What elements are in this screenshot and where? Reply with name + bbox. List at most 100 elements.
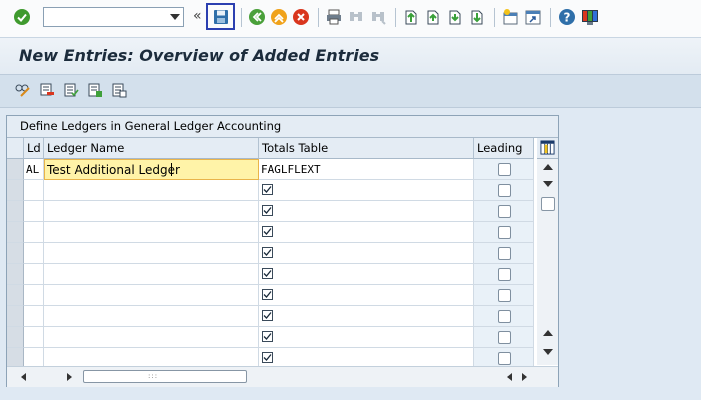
scroll-left-icon[interactable] xyxy=(21,373,26,381)
print-icon[interactable] xyxy=(325,8,343,26)
row-selector[interactable] xyxy=(7,180,24,201)
leading-checkbox[interactable] xyxy=(498,205,511,218)
scroll-left-icon[interactable] xyxy=(507,373,512,381)
shortcut-icon[interactable] xyxy=(524,8,542,26)
select-block-icon[interactable] xyxy=(87,82,103,98)
scroll-right-icon[interactable] xyxy=(522,373,527,381)
change-display-icon[interactable] xyxy=(15,82,31,98)
back-icon[interactable] xyxy=(248,8,266,26)
scroll-up-icon[interactable] xyxy=(543,164,553,170)
ledger-name-cell[interactable] xyxy=(44,222,259,243)
totals-table-cell[interactable] xyxy=(259,264,474,285)
scroll-down-icon[interactable] xyxy=(543,181,553,187)
row-selector[interactable] xyxy=(7,222,24,243)
select-all-icon[interactable] xyxy=(63,82,79,98)
chevron-down-icon[interactable] xyxy=(170,14,180,20)
leading-cell xyxy=(474,264,534,285)
row-selector[interactable] xyxy=(7,243,24,264)
horizontal-scroll-thumb[interactable]: ::: xyxy=(83,370,247,383)
leading-checkbox[interactable] xyxy=(498,289,511,302)
customize-layout-icon[interactable] xyxy=(581,8,599,26)
leading-checkbox[interactable] xyxy=(498,184,511,197)
help-icon[interactable]: ? xyxy=(558,8,576,26)
separator xyxy=(550,8,551,27)
totals-table-cell[interactable] xyxy=(259,306,474,327)
last-page-icon[interactable] xyxy=(468,8,486,26)
column-settings-button[interactable] xyxy=(537,138,558,159)
leading-checkbox[interactable] xyxy=(498,268,511,281)
totals-table-cell[interactable] xyxy=(259,180,474,201)
ledger-name-cell[interactable] xyxy=(44,306,259,327)
enter-icon[interactable] xyxy=(13,8,31,26)
exit-icon[interactable] xyxy=(270,8,288,26)
leading-checkbox[interactable] xyxy=(498,247,511,260)
ld-cell[interactable] xyxy=(24,327,44,348)
ledger-name-cell[interactable] xyxy=(44,243,259,264)
totals-table-cell[interactable] xyxy=(259,285,474,306)
leading-checkbox[interactable] xyxy=(498,331,511,344)
horizontal-scrollbar[interactable]: ::: xyxy=(7,366,558,387)
checkmark-icon xyxy=(262,205,273,216)
row-selector[interactable] xyxy=(7,306,24,327)
delete-icon[interactable] xyxy=(39,82,55,98)
next-page-icon[interactable] xyxy=(446,8,464,26)
row-selector[interactable] xyxy=(7,264,24,285)
previous-page-icon[interactable] xyxy=(424,8,442,26)
ld-cell[interactable] xyxy=(24,285,44,306)
totals-table-cell[interactable] xyxy=(259,201,474,222)
select-all-rows-button[interactable] xyxy=(7,138,24,159)
ledger-name-cell[interactable] xyxy=(44,327,259,348)
ledger-name-cell[interactable] xyxy=(44,285,259,306)
row-selector[interactable] xyxy=(7,327,24,348)
scroll-up-icon[interactable] xyxy=(543,330,553,336)
ledger-name-cell[interactable]: Test Additional Ledger xyxy=(44,159,259,180)
ld-cell[interactable] xyxy=(24,243,44,264)
column-header-ld[interactable]: Ld xyxy=(24,138,44,159)
ld-cell[interactable] xyxy=(24,180,44,201)
column-header-totals-table[interactable]: Totals Table xyxy=(259,138,474,159)
command-input[interactable] xyxy=(47,9,169,27)
checkmark-icon xyxy=(262,310,273,321)
separator xyxy=(395,8,396,27)
ledger-name-cell[interactable] xyxy=(44,180,259,201)
page-title: New Entries: Overview of Added Entries xyxy=(19,46,380,65)
row-selector[interactable] xyxy=(7,285,24,306)
cancel-icon[interactable] xyxy=(292,8,310,26)
find-next-icon[interactable] xyxy=(369,8,387,26)
leading-cell xyxy=(474,243,534,264)
totals-table-cell[interactable]: FAGLFLEXT xyxy=(259,159,474,180)
table-row: AL Test Additional Ledger FAGLFLEXT xyxy=(7,159,534,180)
row-selector[interactable] xyxy=(7,159,24,180)
vertical-scrollbar[interactable] xyxy=(537,159,558,365)
scroll-right-icon[interactable] xyxy=(67,373,72,381)
separator xyxy=(318,8,319,27)
leading-checkbox[interactable] xyxy=(498,163,511,176)
totals-table-cell[interactable] xyxy=(259,327,474,348)
leading-checkbox[interactable] xyxy=(498,226,511,239)
ld-cell[interactable] xyxy=(24,201,44,222)
create-session-icon[interactable] xyxy=(502,8,520,26)
vertical-scroll-thumb[interactable] xyxy=(541,197,555,211)
ledger-name-cell[interactable] xyxy=(44,264,259,285)
expand-toolbar-icon[interactable]: « xyxy=(193,8,202,24)
ld-cell[interactable]: AL xyxy=(24,159,44,180)
totals-table-cell[interactable] xyxy=(259,243,474,264)
leading-checkbox[interactable] xyxy=(498,310,511,323)
scroll-down-icon[interactable] xyxy=(543,349,553,355)
ld-cell[interactable] xyxy=(24,306,44,327)
leading-cell xyxy=(474,222,534,243)
ld-cell[interactable] xyxy=(24,222,44,243)
totals-table-cell[interactable] xyxy=(259,222,474,243)
save-icon[interactable] xyxy=(212,8,230,26)
deselect-all-icon[interactable] xyxy=(111,82,127,98)
leading-checkbox[interactable] xyxy=(498,352,511,365)
row-selector[interactable] xyxy=(7,201,24,222)
ld-cell[interactable] xyxy=(24,264,44,285)
command-field[interactable] xyxy=(43,7,184,27)
find-icon[interactable] xyxy=(347,8,365,26)
column-header-leading[interactable]: Leading xyxy=(474,138,534,159)
first-page-icon[interactable] xyxy=(402,8,420,26)
ledger-table: Define Ledgers in General Ledger Account… xyxy=(6,115,559,387)
ledger-name-cell[interactable] xyxy=(44,201,259,222)
column-header-ledger-name[interactable]: Ledger Name xyxy=(44,138,259,159)
